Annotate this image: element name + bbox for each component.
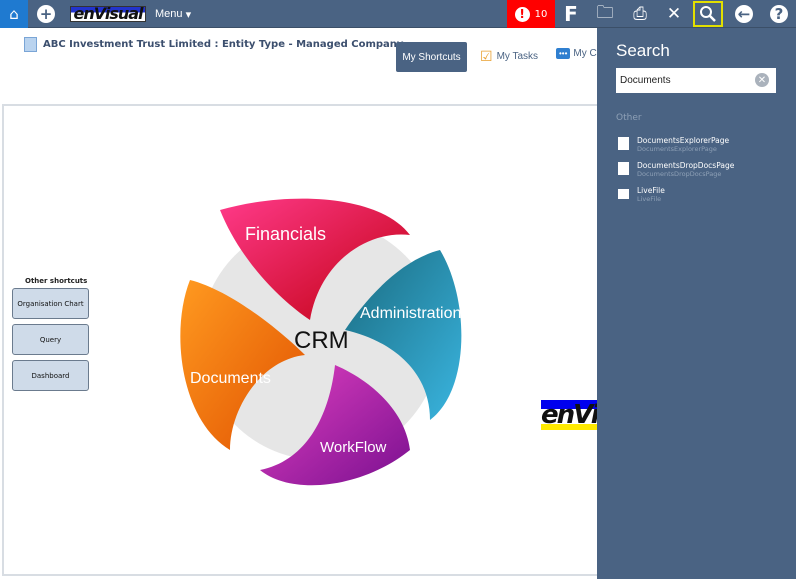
page-title: ABC Investment Trust Limited : Entity Ty…	[24, 37, 403, 52]
home-icon: ⌂	[9, 5, 19, 23]
chat-icon: •••	[556, 48, 571, 59]
search-result[interactable]: DocumentsExplorerPage DocumentsExplorerPa…	[618, 136, 729, 153]
tab-my-tasks[interactable]: ☑ My Tasks	[480, 48, 538, 65]
label-documents: Documents	[190, 370, 271, 387]
tools-icon: ✕	[666, 4, 682, 24]
search-title: Search	[616, 41, 670, 60]
top-bar: ⌂ + enVisual Menu ▾ ! 10 F 🗀 ⎙ ✕ ← ?	[0, 0, 796, 28]
search-input[interactable]	[616, 68, 776, 93]
page-icon	[618, 137, 629, 150]
help-button[interactable]: ?	[768, 0, 790, 28]
forms-icon: F	[564, 2, 578, 26]
building-icon	[24, 37, 37, 52]
shortcut-query[interactable]: Query	[12, 324, 89, 355]
add-button[interactable]: +	[34, 0, 58, 28]
crm-wheel: Financials Administration WorkFlow Docum…	[180, 198, 462, 486]
alert-icon: !	[514, 6, 530, 22]
plus-icon: +	[37, 5, 55, 23]
tools-button[interactable]: ✕	[659, 0, 689, 28]
menu-dropdown[interactable]: Menu ▾	[155, 0, 191, 28]
tab-my-comments[interactable]: •••My Comments	[556, 48, 597, 59]
print-button[interactable]: ⎙	[625, 0, 655, 28]
search-result[interactable]: LiveFile LiveFile	[618, 186, 665, 203]
result-group-label: Other	[616, 113, 642, 123]
clipboard-icon: ☑	[480, 48, 493, 64]
envisual-logo-large: enVisual	[541, 400, 597, 430]
close-icon: ✕	[757, 74, 767, 86]
page-icon	[618, 162, 629, 175]
search-icon	[700, 6, 716, 22]
help-icon: ?	[770, 5, 788, 23]
folder-add-button[interactable]: 🗀	[590, 0, 620, 28]
back-button[interactable]: ←	[733, 0, 755, 28]
label-administration: Administration	[360, 305, 461, 322]
folder-add-icon: 🗀	[596, 2, 614, 23]
label-workflow: WorkFlow	[320, 439, 387, 456]
alerts-button[interactable]: ! 10	[507, 0, 555, 28]
print-icon: ⎙	[633, 4, 647, 24]
forms-button[interactable]: F	[556, 0, 586, 28]
other-shortcuts-label: Other shortcuts	[25, 277, 88, 285]
envisual-logo[interactable]: enVisual	[70, 6, 146, 22]
search-result[interactable]: DocumentsDropDocsPage DocumentsDropDocsPa…	[618, 161, 734, 178]
search-button[interactable]	[693, 1, 723, 27]
search-panel: Search ✕ Other DocumentsExplorerPageDocu…	[597, 28, 796, 579]
label-crm: CRM	[294, 327, 349, 354]
clear-search-button[interactable]: ✕	[755, 73, 769, 87]
shortcut-organisation-chart[interactable]: Organisation Chart	[12, 288, 89, 319]
back-icon: ←	[735, 5, 753, 23]
folder-icon	[618, 189, 629, 199]
tab-my-shortcuts[interactable]: My Shortcuts	[396, 42, 467, 72]
label-financials: Financials	[245, 224, 326, 244]
shortcut-dashboard[interactable]: Dashboard	[12, 360, 89, 391]
home-button[interactable]: ⌂	[0, 0, 28, 28]
